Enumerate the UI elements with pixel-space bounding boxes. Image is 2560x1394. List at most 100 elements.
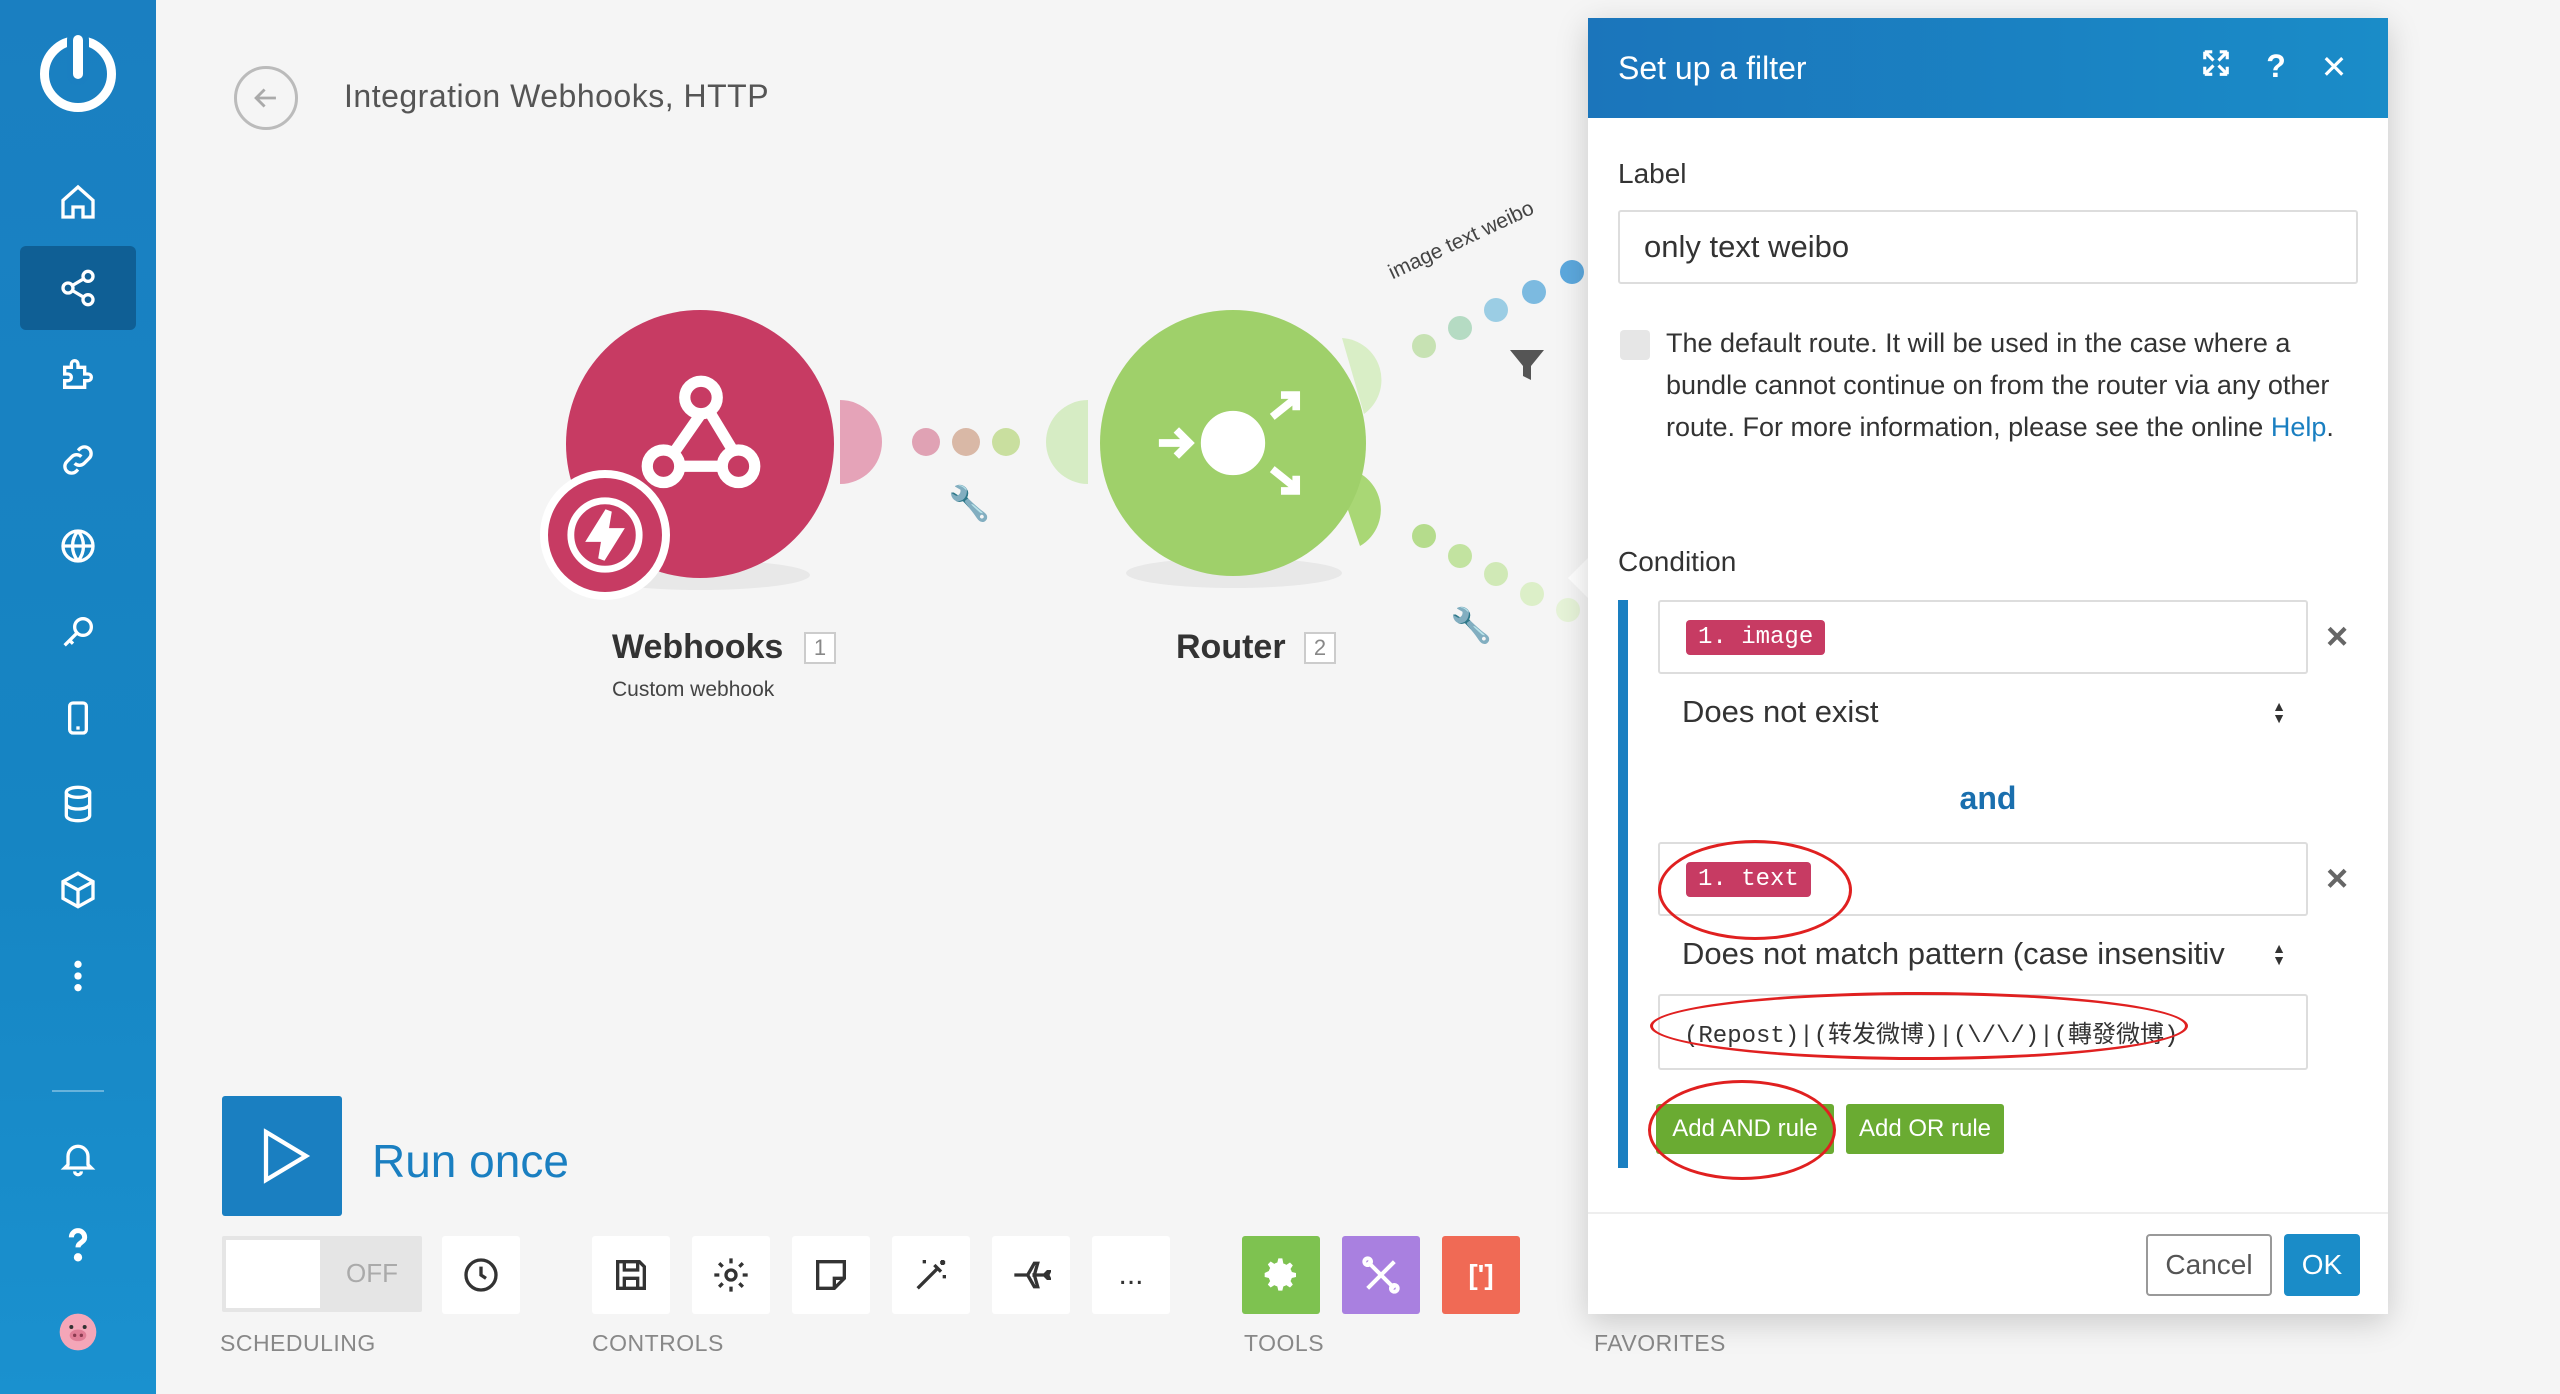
default-route-checkbox[interactable] bbox=[1620, 330, 1650, 360]
share-icon bbox=[61, 269, 95, 307]
webhooks-module-number: 1 bbox=[804, 632, 836, 664]
remove-rule2-icon[interactable]: × bbox=[2326, 858, 2348, 901]
add-and-rule-button[interactable]: Add AND rule bbox=[1656, 1104, 1834, 1154]
bell-icon bbox=[60, 1144, 96, 1177]
sidebar-item-webhooks[interactable] bbox=[20, 504, 136, 588]
puzzle-icon bbox=[63, 359, 93, 389]
scenario-title[interactable]: Integration Webhooks, HTTP bbox=[344, 78, 769, 115]
filter-icon bbox=[1510, 350, 1544, 380]
sidebar-item-templates[interactable] bbox=[20, 332, 136, 416]
sidebar-item-profile[interactable] bbox=[20, 1290, 136, 1374]
tools-gear-button[interactable] bbox=[1242, 1236, 1320, 1314]
filter-dialog-title: Set up a filter bbox=[1618, 49, 1807, 86]
gear-icon bbox=[1264, 1258, 1296, 1291]
explain-flow-button[interactable] bbox=[992, 1236, 1070, 1314]
sidebar-item-devices[interactable] bbox=[20, 676, 136, 760]
tools-json-button[interactable]: ['] bbox=[1442, 1236, 1520, 1314]
router-module-number: 2 bbox=[1304, 632, 1336, 664]
add-or-rule-button[interactable]: Add OR rule bbox=[1846, 1104, 2004, 1154]
dialog-footer-divider bbox=[1588, 1212, 2388, 1214]
sidebar-item-structures[interactable] bbox=[20, 848, 136, 932]
play-icon bbox=[263, 1128, 311, 1184]
settings-button[interactable] bbox=[692, 1236, 770, 1314]
sidebar bbox=[0, 0, 156, 1394]
select-arrows-icon: ▲ ▼ bbox=[2272, 940, 2286, 968]
more-vertical-icon bbox=[74, 960, 82, 992]
ok-button[interactable]: OK bbox=[2284, 1234, 2360, 1296]
router-icon bbox=[1158, 391, 1301, 495]
router-module-label: Router bbox=[1176, 628, 1286, 666]
sidebar-item-home[interactable] bbox=[20, 160, 136, 244]
webhooks-module-label: Webhooks bbox=[612, 628, 784, 666]
router-module[interactable] bbox=[1100, 310, 1366, 576]
remove-rule1-icon[interactable]: × bbox=[2326, 616, 2348, 659]
clock-icon bbox=[464, 1258, 498, 1292]
tools-label: TOOLS bbox=[1244, 1330, 1325, 1356]
sidebar-item-more[interactable] bbox=[20, 934, 136, 1018]
condition-group-bar bbox=[1618, 600, 1628, 1168]
help-icon[interactable]: ? bbox=[2256, 48, 2296, 85]
sidebar-item-scenarios[interactable] bbox=[20, 246, 136, 330]
sidebar-item-notifications[interactable] bbox=[20, 1116, 136, 1200]
scheduling-label: SCHEDULING bbox=[220, 1330, 376, 1356]
globe-icon bbox=[61, 529, 95, 563]
rule2-field-pill[interactable]: 1. text bbox=[1686, 861, 1811, 897]
wrench-icon[interactable]: 🔧 bbox=[948, 484, 990, 524]
back-button[interactable] bbox=[234, 66, 298, 130]
help-link[interactable]: Help bbox=[2271, 412, 2327, 442]
tools-flow-control-button[interactable] bbox=[1342, 1236, 1420, 1314]
label-input[interactable]: only text weibo bbox=[1618, 210, 2358, 284]
run-once-button[interactable] bbox=[222, 1096, 342, 1216]
sidebar-item-connections[interactable] bbox=[20, 418, 136, 502]
cancel-button[interactable]: Cancel bbox=[2146, 1234, 2272, 1296]
rule2-operator-select[interactable]: Does not match pattern (case insensitiv … bbox=[1658, 924, 2308, 984]
lightning-icon bbox=[567, 497, 643, 573]
filter-dialog-header: Set up a filter ? ✕ bbox=[1588, 18, 2388, 118]
favorites-label: FAVORITES bbox=[1594, 1330, 1726, 1356]
note-icon bbox=[816, 1260, 846, 1290]
condition-caption: Condition bbox=[1618, 546, 1737, 577]
select-arrows-icon: ▲ ▼ bbox=[2272, 698, 2286, 726]
app-logo[interactable] bbox=[40, 35, 116, 112]
cube-icon bbox=[61, 871, 95, 909]
save-button[interactable] bbox=[592, 1236, 670, 1314]
more-controls-button[interactable]: ... bbox=[1092, 1236, 1170, 1314]
key-icon bbox=[63, 617, 93, 647]
controls-label: CONTROLS bbox=[592, 1330, 724, 1356]
label-caption: Label bbox=[1618, 158, 1687, 189]
webhooks-module-subtitle: Custom webhook bbox=[612, 678, 775, 701]
sidebar-item-help[interactable] bbox=[20, 1202, 136, 1286]
scheduling-toggle[interactable]: OFF bbox=[222, 1236, 422, 1312]
notes-button[interactable] bbox=[792, 1236, 870, 1314]
arrow-left-icon bbox=[254, 88, 276, 108]
airplane-icon bbox=[1014, 1261, 1051, 1289]
rule2-pattern-input[interactable]: (Repost)|(转发微博)|(\/\/)|(轉發微博) bbox=[1658, 994, 2308, 1070]
default-route-description: The default route. It will be used in th… bbox=[1666, 328, 2334, 442]
rule2-field-input[interactable]: 1. text bbox=[1658, 842, 2308, 916]
expand-icon[interactable] bbox=[2196, 48, 2236, 86]
database-icon bbox=[64, 785, 92, 823]
save-icon bbox=[616, 1260, 646, 1290]
run-once-label[interactable]: Run once bbox=[372, 1134, 569, 1188]
gear-icon bbox=[714, 1258, 748, 1292]
link-icon bbox=[63, 445, 93, 475]
and-separator: and bbox=[1959, 780, 2017, 816]
filter-dialog: Set up a filter ? ✕ Label only text weib… bbox=[1588, 18, 2388, 1314]
close-icon[interactable]: ✕ bbox=[2314, 48, 2354, 86]
wrench-icon[interactable]: 🔧 bbox=[1450, 606, 1492, 646]
rule1-operator-select[interactable]: Does not exist ▲ ▼ bbox=[1658, 682, 2308, 742]
schedule-settings-button[interactable] bbox=[442, 1236, 520, 1314]
instant-trigger-badge bbox=[540, 470, 670, 600]
rule1-field-pill[interactable]: 1. image bbox=[1686, 619, 1826, 655]
home-icon bbox=[61, 184, 95, 219]
json-brackets-icon: ['] bbox=[1468, 1259, 1494, 1290]
rule1-field-input[interactable]: 1. image bbox=[1658, 600, 2308, 674]
tools-cross-icon bbox=[1362, 1256, 1400, 1294]
sidebar-item-datastores[interactable] bbox=[20, 762, 136, 846]
question-icon bbox=[68, 1228, 88, 1262]
sidebar-item-keys[interactable] bbox=[20, 590, 136, 674]
sidebar-divider bbox=[52, 1090, 104, 1092]
toggle-knob bbox=[226, 1240, 320, 1308]
modal-pointer bbox=[1568, 556, 1590, 600]
auto-align-button[interactable] bbox=[892, 1236, 970, 1314]
